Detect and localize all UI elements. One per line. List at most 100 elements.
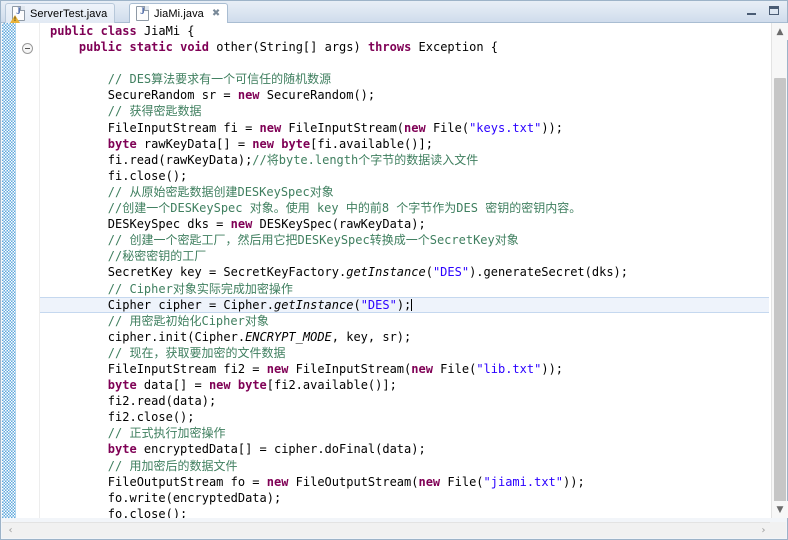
code-token: FileInputStream( (281, 120, 405, 135)
code-token: // DES算法要求有一个可信任的随机数源 (107, 72, 332, 87)
code-line[interactable]: SecureRandom sr = new SecureRandom(); (40, 87, 769, 103)
code-token: "lib.txt" (476, 361, 542, 376)
code-line[interactable]: // 现在，获取要加密的文件数据 (40, 345, 769, 361)
code-token: new (259, 120, 282, 135)
code-token: ( (425, 265, 433, 280)
code-line[interactable]: //秘密密钥的工厂 (40, 248, 769, 264)
tab-label: ServerTest.java (30, 7, 108, 20)
code-line[interactable]: // Cipher对象实际完成加密操作 (40, 281, 769, 297)
eclipse-editor-window: ServerTest.java JiaMi.java ✖ public clas… (0, 0, 788, 540)
code-token: , key, sr); (331, 329, 412, 344)
code-line[interactable]: FileInputStream fi = new FileInputStream… (40, 120, 769, 136)
code-token: // 用加密后的数据文件 (107, 458, 238, 473)
code-line[interactable]: DESKeySpec dks = new DESKeySpec(rawKeyDa… (40, 216, 769, 232)
code-line[interactable]: fi2.close(); (40, 409, 769, 425)
code-token: "DES" (360, 297, 397, 312)
maximize-icon[interactable] (767, 4, 782, 18)
code-token: File( (440, 474, 484, 489)
code-token: FileInputStream( (288, 361, 412, 376)
code-line[interactable]: //创建一个DESKeySpec 对象。使用 key 中的前8 个字节作为DES… (40, 200, 769, 216)
code-line[interactable]: byte encryptedData[] = cipher.doFinal(da… (40, 441, 769, 457)
code-line[interactable]: fo.write(encryptedData); (40, 490, 769, 506)
code-text-area[interactable]: public class JiaMi { public static void … (40, 23, 769, 518)
code-token: void (180, 40, 209, 55)
window-controls (745, 4, 782, 18)
code-token: FileInputStream fi2 = (107, 361, 267, 376)
code-token: static (129, 40, 173, 55)
code-line[interactable]: byte data[] = new byte[fi2.available()]; (40, 377, 769, 393)
code-token: Cipher cipher = Cipher. (107, 297, 274, 312)
vertical-scrollbar[interactable]: ▲ ▼ (771, 23, 788, 518)
vertical-scroll-thumb[interactable] (774, 78, 786, 518)
java-file-icon (136, 6, 149, 21)
code-token: FileOutputStream fo = (107, 474, 267, 489)
code-line[interactable]: SecretKey key = SecretKeyFactory.getInst… (40, 264, 769, 280)
code-line[interactable]: // 获得密匙数据 (40, 103, 769, 119)
code-token: FileOutputStream( (288, 474, 419, 489)
code-token: DESKeySpec dks = (107, 217, 231, 232)
code-token: fi.close(); (107, 168, 188, 183)
code-line[interactable]: FileOutputStream fo = new FileOutputStre… (40, 474, 769, 490)
tab-server-test-java[interactable]: ServerTest.java (5, 3, 116, 23)
tab-jiami-java[interactable]: JiaMi.java ✖ (129, 3, 229, 24)
code-token: public (78, 40, 123, 55)
code-line[interactable]: cipher.init(Cipher.ENCRYPT_MODE, key, sr… (40, 329, 769, 345)
code-token: data[] = (136, 378, 209, 393)
code-token: )); (541, 361, 564, 376)
code-token: getInstance (273, 297, 354, 312)
code-token: fo.write(encryptedData); (107, 490, 282, 505)
code-token: DESKeySpec(rawKeyData); (252, 217, 426, 232)
code-line[interactable]: fo.close(); (40, 506, 769, 518)
code-token: byte (107, 136, 137, 151)
code-token: byte (107, 378, 137, 393)
code-token: class (100, 24, 137, 38)
code-line[interactable]: // 正式执行加密操作 (40, 425, 769, 441)
collapse-fold-icon[interactable] (22, 43, 33, 54)
scroll-down-icon[interactable]: ▼ (772, 501, 788, 518)
horizontal-scrollbar[interactable]: ‹ › (2, 522, 772, 538)
close-icon[interactable]: ✖ (212, 8, 220, 19)
code-token: getInstance (346, 265, 426, 280)
code-line[interactable]: // 创建一个密匙工厂，然后用它把DESKeySpec转换成一个SecretKe… (40, 232, 769, 248)
code-line[interactable]: // 从原始密匙数据创建DESKeySpec对象 (40, 184, 769, 200)
code-line[interactable]: fi.read(rawKeyData);//将byte.length个字节的数据… (40, 152, 769, 168)
code-token: "jiami.txt" (483, 474, 564, 489)
code-token: new (237, 88, 260, 103)
code-token: [fi.available()]; (310, 136, 433, 151)
code-line[interactable]: Cipher cipher = Cipher.getInstance("DES"… (40, 296, 769, 313)
scroll-left-icon[interactable]: ‹ (2, 523, 19, 538)
code-line[interactable]: // 用加密后的数据文件 (40, 458, 769, 474)
code-token: ).generateSecret(dks); (469, 265, 629, 280)
code-line[interactable]: public class JiaMi { (40, 23, 769, 39)
code-line[interactable]: // DES算法要求有一个可信任的随机数源 (40, 71, 769, 87)
code-line[interactable]: public static void other(String[] args) … (40, 39, 769, 55)
code-token: cipher.init(Cipher. (107, 329, 246, 344)
annotation-ruler[interactable] (2, 23, 17, 518)
code-token: byte (107, 442, 137, 457)
code-token: // 获得密匙数据 (107, 104, 202, 119)
code-line[interactable]: FileInputStream fi2 = new FileInputStrea… (40, 361, 769, 377)
code-token: rawKeyData[] = (136, 136, 253, 151)
code-token: fi.read(rawKeyData); (107, 152, 253, 167)
code-editor[interactable]: public class JiaMi { public static void … (2, 23, 786, 518)
scroll-up-icon[interactable]: ▲ (772, 23, 788, 40)
folding-gutter[interactable] (17, 23, 40, 518)
code-token: "DES" (432, 265, 470, 280)
code-token: // 用密匙初始化Cipher对象 (107, 313, 269, 328)
code-token: "keys.txt" (469, 120, 542, 135)
scrollbar-corner (770, 522, 786, 538)
code-line[interactable] (40, 55, 769, 71)
code-line[interactable]: byte rawKeyData[] = new byte[fi.availabl… (40, 136, 769, 152)
code-token: new (411, 361, 433, 376)
code-line[interactable]: fi2.read(data); (40, 393, 769, 409)
code-token: File( (432, 361, 477, 376)
code-token: SecureRandom sr = (107, 88, 238, 103)
code-line[interactable]: // 用密匙初始化Cipher对象 (40, 313, 769, 329)
code-line[interactable]: fi.close(); (40, 168, 769, 184)
tab-label: JiaMi.java (154, 7, 204, 20)
code-token: throws (367, 40, 412, 55)
code-token: byte (237, 378, 267, 393)
minimize-icon[interactable] (745, 4, 760, 18)
